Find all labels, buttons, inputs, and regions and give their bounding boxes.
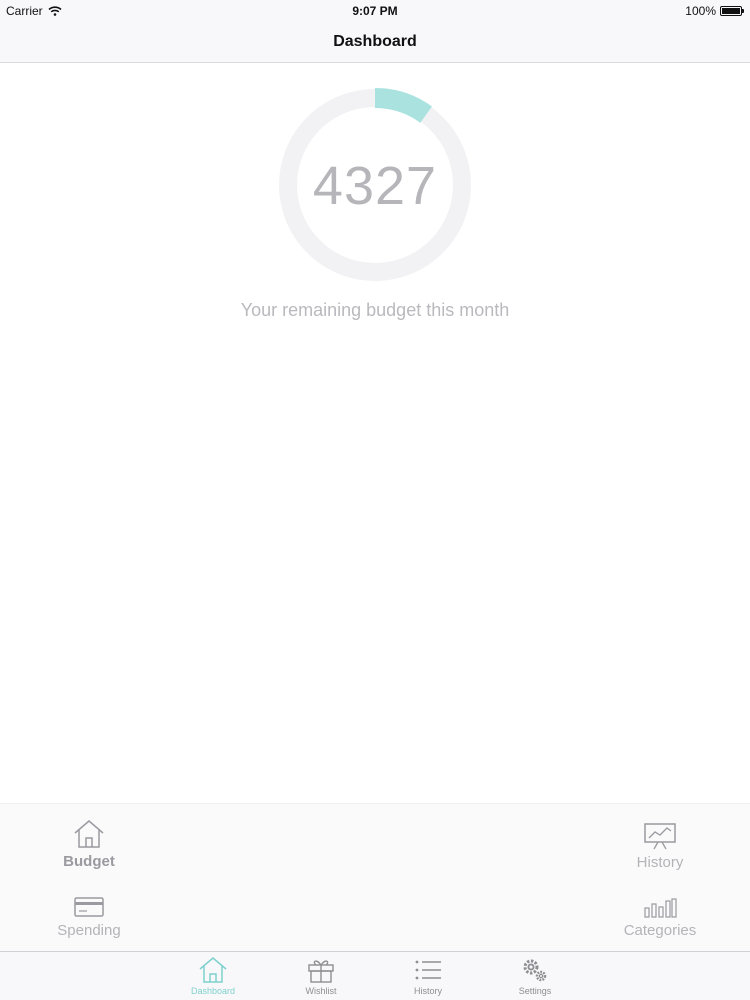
budget-ring: 4327 [275, 85, 475, 285]
tab-dashboard-label: Dashboard [190, 986, 236, 996]
bar-chart-icon [644, 898, 677, 918]
status-bar: Carrier 9:07 PM 100% [0, 0, 750, 22]
history-label: History [636, 854, 684, 871]
tab-dashboard[interactable]: Dashboard [173, 956, 253, 996]
house-icon [74, 820, 104, 848]
remaining-budget-caption: Your remaining budget this month [240, 300, 510, 320]
history-button[interactable]: History [600, 822, 720, 871]
tab-bar: Dashboard Wishlist History Settings [0, 951, 750, 1000]
tab-history[interactable]: History [388, 956, 468, 996]
budget-label: Budget [63, 853, 115, 870]
tab-wishlist-label: Wishlist [305, 986, 337, 996]
credit-card-icon [74, 897, 104, 917]
remaining-budget-value: 4327 [312, 156, 438, 216]
tab-settings[interactable]: Settings [495, 956, 575, 996]
spending-label: Spending [57, 922, 121, 939]
page-title: Dashboard [333, 33, 417, 50]
gift-icon [308, 960, 334, 983]
tab-wishlist[interactable]: Wishlist [281, 956, 361, 996]
ring-progress [374, 88, 433, 123]
categories-button[interactable]: Categories [600, 898, 720, 939]
battery-icon [720, 6, 744, 16]
tab-history-label: History [413, 986, 442, 996]
list-icon [415, 960, 441, 980]
gears-icon [523, 959, 547, 982]
navigation-bar: Dashboard [0, 22, 750, 63]
quick-actions-panel: Budget Spending History Categories [0, 803, 750, 951]
tab-settings-label: Settings [518, 986, 552, 996]
house-icon [199, 957, 227, 983]
status-battery-group: 100% [685, 4, 744, 18]
spending-button[interactable]: Spending [29, 896, 149, 939]
presentation-chart-icon [644, 823, 676, 850]
battery-percent: 100% [685, 4, 716, 18]
categories-label: Categories [623, 922, 697, 939]
status-time: 9:07 PM [352, 4, 398, 18]
budget-button[interactable]: Budget [29, 819, 149, 870]
